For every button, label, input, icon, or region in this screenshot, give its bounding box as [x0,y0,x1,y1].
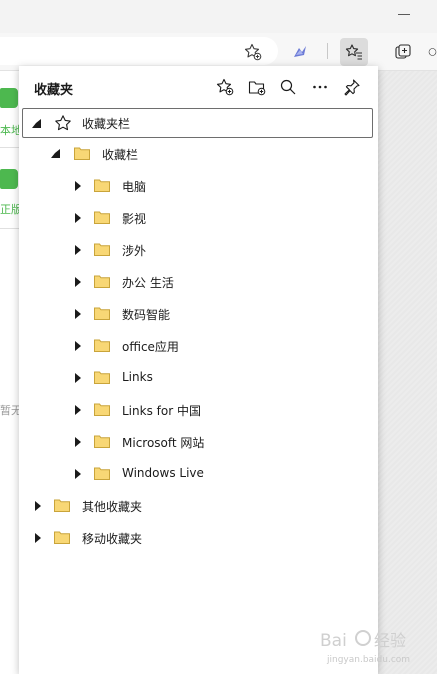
collections-icon [395,44,411,59]
folder-icon [94,211,110,224]
tree-item-folder[interactable]: 数码智能 [19,298,378,330]
folder-icon [94,403,110,416]
tree-item-folder[interactable]: 电脑 [19,170,378,202]
empty-text: 暂无 [0,404,19,417]
app-card-icon [0,88,18,108]
folder-icon [94,179,110,192]
browser-titlebar [0,0,437,33]
app-card-text-2[interactable]: 正版 [0,201,19,217]
svg-text:经验: 经验 [374,631,406,650]
more-toolbar-button[interactable] [428,38,437,66]
tree-item-folder[interactable]: office应用 [19,330,378,362]
folder-icon [94,339,110,352]
pin-panel-button[interactable] [340,75,364,99]
folder-icon [94,275,110,288]
star-add-icon [244,43,262,61]
tree-item-folder[interactable]: Windows Live [19,458,378,490]
folder-icon [94,243,110,256]
search-icon [280,79,296,95]
star-add-icon [216,78,234,96]
tree-item-label: Links [122,370,153,384]
tree-item-label: 其他收藏夹 [82,500,143,514]
tree-item-label: 收藏夹栏 [82,117,131,131]
collapse-arrow-icon[interactable] [75,437,81,447]
collections-button[interactable] [389,38,417,66]
star-icon [55,115,71,131]
collapse-arrow-icon[interactable] [75,341,81,351]
app-card-text-1[interactable]: 本地 [0,122,19,138]
tree-item-folder[interactable]: 影视 [19,202,378,234]
tree-item-label: 电脑 [122,180,147,194]
tree-item-label: 影视 [122,212,147,226]
toolbar-separator [327,43,328,59]
collapse-arrow-icon[interactable] [75,405,81,415]
tree-item-folder[interactable]: Links [19,362,378,394]
tree-item-label: Links for 中国 [122,404,201,418]
folder-add-icon [248,81,266,96]
folder-icon [94,467,110,480]
folder-icon [74,147,90,160]
collapse-arrow-icon[interactable] [75,181,81,191]
tree-item-label: 涉外 [122,244,147,258]
folder-icon [94,435,110,448]
app-card-icon [0,169,18,189]
collapse-arrow-icon[interactable] [75,213,81,223]
tree-item-label: office应用 [122,340,179,354]
expand-arrow-icon[interactable] [51,149,60,158]
favorites-panel: 收藏夹 收藏夹栏 收藏栏 电脑 影视 涉外 办公 生活 数码智能 office应… [19,66,378,674]
tree-item-label: 办公 生活 [122,276,174,290]
favorites-icon [345,44,362,60]
collapse-arrow-icon[interactable] [75,469,81,479]
tree-item-label: Windows Live [122,466,204,480]
profile-icon [428,48,437,56]
more-options-button[interactable] [308,75,332,99]
collapse-arrow-icon[interactable] [35,533,41,543]
favorites-title: 收藏夹 [34,83,74,98]
page-right-area [378,71,437,674]
favorites-header: 收藏夹 [19,66,378,108]
collapse-arrow-icon[interactable] [35,501,41,511]
collapse-arrow-icon[interactable] [75,277,81,287]
add-favorite-button[interactable] [239,38,267,66]
page-left-strip: 本地 正版 暂无 [0,71,19,674]
tree-item-label: 数码智能 [122,308,171,322]
tree-item-label: Microsoft 网站 [122,436,205,450]
favorites-button[interactable] [340,38,368,66]
collapse-arrow-icon[interactable] [75,373,81,383]
folder-icon [94,307,110,320]
collapse-arrow-icon[interactable] [75,309,81,319]
watermark-url: jingyan.baidu.com [327,655,411,665]
search-favorites-button[interactable] [276,75,300,99]
folder-icon [54,499,70,512]
tree-item-folder[interactable]: Links for 中国 [19,394,378,426]
tree-item-folder[interactable]: 涉外 [19,234,378,266]
folder-icon [54,531,70,544]
folder-icon [94,371,110,384]
tree-item-mobile-favorites[interactable]: 移动收藏夹 [19,522,378,554]
expand-arrow-icon[interactable] [32,119,41,128]
extension-icon [294,46,306,57]
tree-item-folder[interactable]: 办公 生活 [19,266,378,298]
divider [0,147,19,148]
divider [0,228,19,229]
add-page-to-favorites-button[interactable] [213,75,237,99]
more-icon [313,85,327,89]
extension-button[interactable] [286,38,314,66]
svg-text:Bai: Bai [320,631,347,651]
address-bar[interactable] [0,37,278,65]
minimize-button[interactable] [398,14,410,15]
pin-icon [344,79,360,96]
add-folder-button[interactable] [245,75,269,99]
tree-item-label: 移动收藏夹 [82,532,143,546]
tree-item-label: 收藏栏 [102,148,139,162]
tree-item-folder[interactable]: 收藏栏 [19,138,378,170]
tree-item-favorites-bar[interactable]: 收藏夹栏 [22,108,373,138]
tree-item-other-favorites[interactable]: 其他收藏夹 [19,490,378,522]
collapse-arrow-icon[interactable] [75,245,81,255]
tree-item-folder[interactable]: Microsoft 网站 [19,426,378,458]
